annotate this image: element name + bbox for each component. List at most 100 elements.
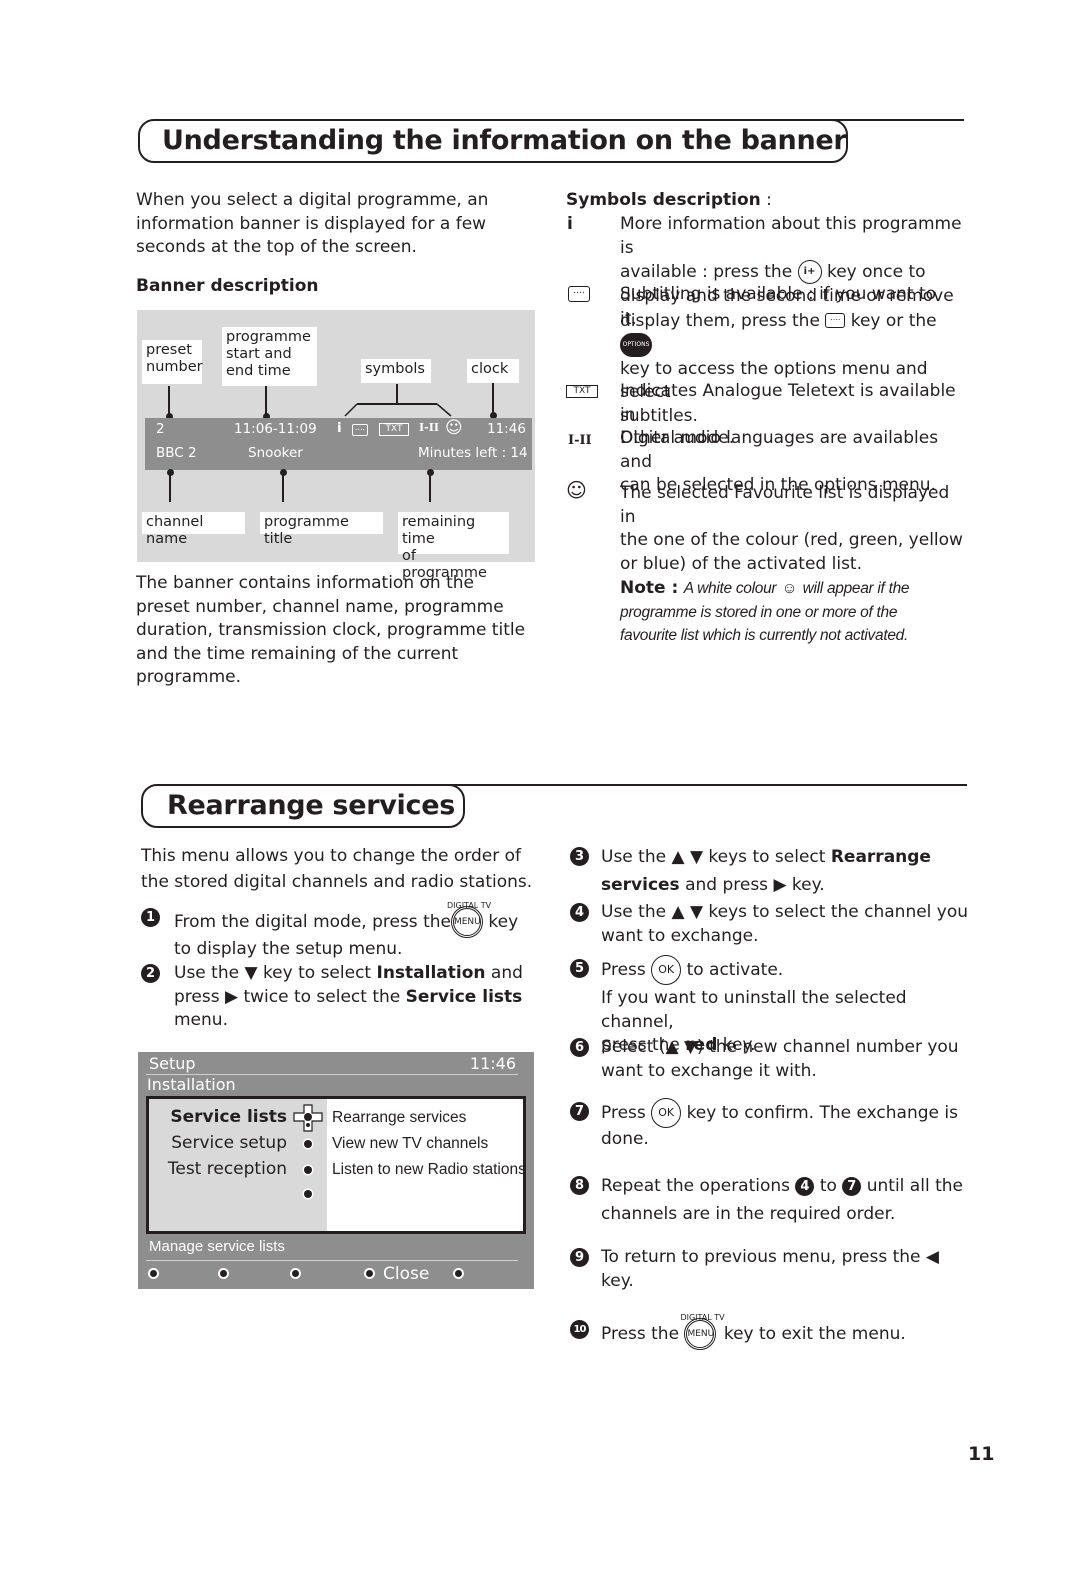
step-fragment: to: [819, 1176, 837, 1196]
step-line: press ▶ twice to select the Service list…: [174, 986, 523, 1010]
menu-dot: [304, 1190, 312, 1198]
step-6: 6 Select (▲ ▼) the new channel number yo…: [570, 1036, 970, 1084]
banner-description-heading: Banner description: [136, 276, 319, 296]
step-number: 10: [570, 1320, 589, 1339]
menu-clock: 11:46: [469, 1054, 516, 1073]
step-fragment: Use the ▼ key to select: [174, 963, 377, 983]
section-title-rearrange: Rearrange services: [141, 784, 465, 828]
page-number: 11: [968, 1443, 995, 1465]
connector-line: [282, 472, 284, 502]
step-fragment: From the digital mode, press the: [174, 912, 451, 932]
label-preset-number: preset number: [142, 340, 203, 384]
intro-line: seconds at the top of the screen.: [136, 237, 417, 257]
smiley-icon: ☺: [781, 580, 798, 597]
menu-item-service-lists[interactable]: Service lists: [170, 1107, 287, 1127]
banner-clock: 11:46: [487, 421, 526, 437]
menu-left-pane: Service lists Service setup Test recepti…: [149, 1099, 327, 1231]
section-title-banner: Understanding the information on the ban…: [138, 119, 848, 163]
menu-panel: Service lists Service setup Test recepti…: [146, 1096, 526, 1234]
footer-button-blue[interactable]: [364, 1268, 375, 1279]
footer-button-white[interactable]: [453, 1268, 464, 1279]
menu-divider: [146, 1260, 518, 1261]
menu-key-icon: DIGITAL TV MENU: [680, 1313, 725, 1350]
step-line: want to exchange it with.: [601, 1060, 817, 1081]
teletext-icon: TXT: [566, 385, 598, 398]
symbol-description: The selected Favourite list is displayed…: [620, 482, 970, 648]
ok-key-icon: OK: [651, 1098, 682, 1128]
step-text: Repeat the operations 4 to 7 until all t…: [601, 1172, 963, 1228]
digital-tv-label: DIGITAL TV: [680, 1313, 725, 1322]
step-number: 1: [141, 908, 160, 927]
info-plus-key-icon: i+: [797, 260, 822, 284]
step-fragment: press ▶ twice to select the: [174, 986, 406, 1007]
step-ref-7: 7: [842, 1176, 862, 1196]
step-line: Use the ▲ ▼ keys to select Rearrange: [601, 843, 931, 871]
options-key-icon: OPTIONS: [620, 333, 652, 357]
digital-tv-label: DIGITAL TV: [446, 901, 492, 910]
subtitle-icon: ....: [352, 424, 368, 436]
submenu-item-view-tv[interactable]: View new TV channels: [332, 1135, 488, 1153]
label-line: programme: [226, 329, 311, 345]
footer-close-label[interactable]: Close: [383, 1264, 429, 1284]
step-text: Press the DIGITAL TV MENU key to exit the…: [601, 1313, 906, 1350]
banner-programme: Snooker: [248, 445, 303, 461]
label-symbols: symbols: [361, 359, 431, 383]
desc-line: More information about this programme is: [620, 214, 962, 258]
footer-button-yellow[interactable]: [290, 1268, 301, 1279]
menu-item-service-setup[interactable]: Service setup: [171, 1133, 287, 1153]
step-fragment: key to confirm. The exchange is: [686, 1103, 958, 1123]
step-line: Select (▲ ▼) the new channel number you: [601, 1037, 959, 1057]
step-line: want to exchange.: [601, 925, 759, 946]
smiley-icon: ☺: [566, 478, 587, 502]
summary-line: and the time remaining of the current: [136, 643, 459, 664]
submenu-item-listen-radio[interactable]: Listen to new Radio stations: [332, 1161, 526, 1179]
step-2: 2 Use the ▼ key to select Installation a…: [141, 962, 541, 1034]
desc-line: the one of the colour (red, green, yello…: [620, 530, 963, 550]
label-programme-title: programme title: [260, 512, 383, 547]
desc-line: available : press the i+ key once to: [620, 260, 970, 285]
desc-line: display them, press the .... key or the …: [620, 310, 970, 358]
step-3: 3 Use the ▲ ▼ keys to select Rearrange s…: [570, 843, 970, 899]
note-label: Note :: [620, 578, 679, 598]
label-start-end-time: programme start and end time: [222, 327, 317, 386]
submenu-item-rearrange[interactable]: Rearrange services: [332, 1109, 466, 1127]
step-number: 7: [570, 1102, 589, 1121]
intro-line: information banner is displayed for a fe…: [136, 213, 487, 234]
footer-button-green[interactable]: [218, 1268, 229, 1279]
section-rule: [440, 784, 967, 786]
symbol-teletext: TXT Indicates Analogue Teletext is avail…: [566, 380, 966, 448]
footer-button-red[interactable]: [148, 1268, 159, 1279]
symbols-bracket: [344, 384, 452, 417]
step-number: 6: [570, 1038, 589, 1057]
step-line: to display the setup menu.: [174, 939, 403, 959]
label-channel-name: channel name: [142, 512, 245, 547]
step-fragment: until all the: [866, 1176, 963, 1196]
step-number: 5: [570, 959, 589, 978]
intro-line: the stored digital channels and radio st…: [141, 872, 533, 892]
step-number: 9: [570, 1248, 589, 1267]
step-line: If you want to uninstall the selected ch…: [601, 988, 907, 1032]
step-text: Select (▲ ▼) the new channel number you …: [601, 1036, 959, 1083]
connector-line: [265, 386, 267, 416]
step-line: From the digital mode, press the DIGITAL …: [174, 901, 518, 938]
note-line: favourite list which is currently not ac…: [620, 627, 908, 644]
rearrange-intro: This menu allows you to change the order…: [141, 843, 541, 895]
menu-item-test-reception[interactable]: Test reception: [168, 1159, 287, 1179]
step-line: services and press ▶ key.: [601, 871, 931, 899]
note-line: programme is stored in one or more of th…: [620, 603, 898, 621]
step-number: 2: [141, 964, 160, 983]
symbols-heading-colon: :: [760, 190, 772, 210]
step-text: Use the ▲ ▼ keys to select the channel y…: [601, 901, 968, 948]
ok-key-icon: OK: [651, 955, 682, 985]
step-fragment: Rearrange: [830, 847, 931, 867]
info-icon: i: [567, 214, 573, 234]
step-fragment: Repeat the operations: [601, 1176, 791, 1196]
step-number: 8: [570, 1176, 589, 1195]
banner-time-range: 11:06-11:09: [234, 421, 317, 437]
step-line: done.: [601, 1129, 649, 1149]
step-fragment: and: [485, 963, 523, 983]
menu-dot: [304, 1166, 312, 1174]
desc-line: Other audio languages are availables and: [620, 428, 939, 472]
step-9: 9 To return to previous menu, press the …: [570, 1246, 970, 1294]
connector-line: [429, 472, 431, 502]
